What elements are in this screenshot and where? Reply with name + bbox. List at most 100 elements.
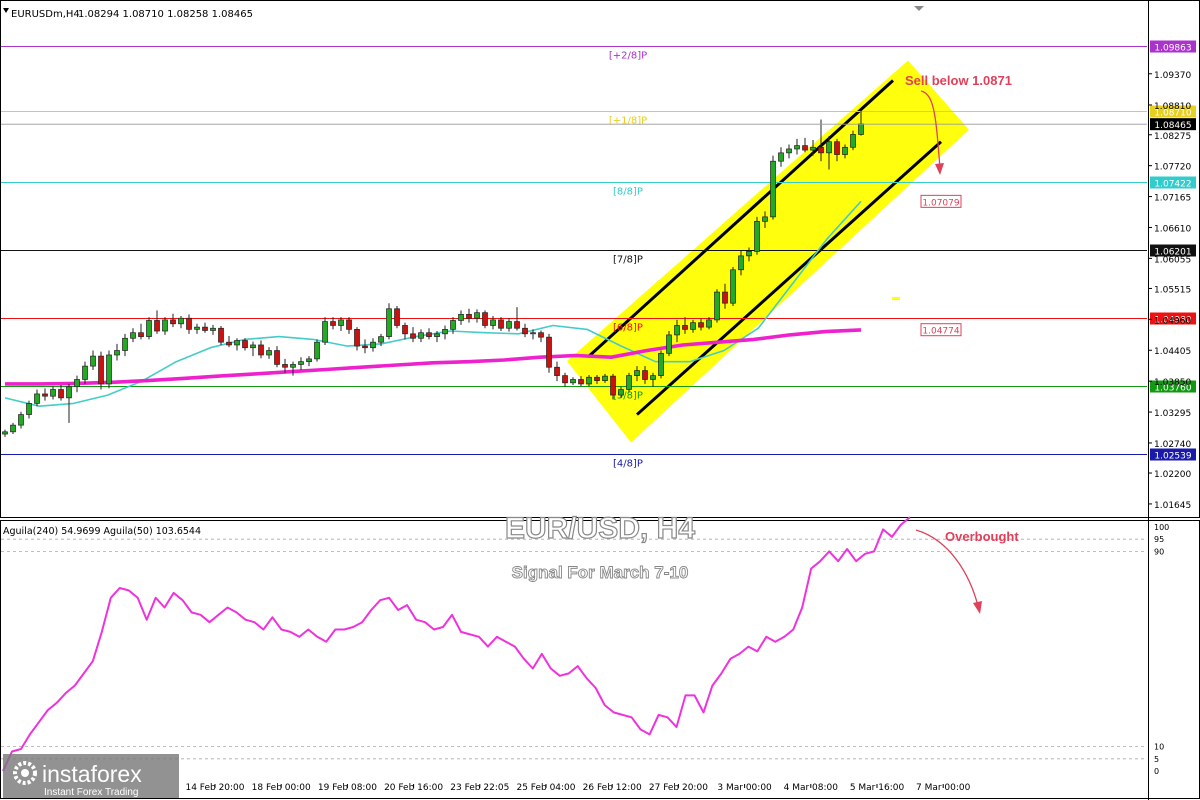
candle-body [114,350,120,356]
price-tick-label: 1.06610 [1154,224,1191,234]
time-tick-label: 23 Feb 22:05 [450,783,509,793]
candle-body [154,320,160,332]
oscillator-tick-label: 5 [1154,755,1159,764]
candle-body [314,341,320,360]
candle-body [370,341,376,349]
price-tick-label: 1.06055 [1154,255,1191,265]
candle-body [458,313,464,321]
murrey-price-tag-text: 1.07422 [1154,180,1191,190]
candle-body [258,344,264,356]
candle-body [626,375,632,390]
candle-body [738,255,744,271]
candle-body [146,320,152,337]
candle-body [178,317,184,325]
oscillator-tick-label: 10 [1154,743,1164,752]
time-tick-label: 18 Feb 00:00 [252,783,311,793]
watermark-title: EUR/USD, H4 [505,512,695,545]
candle-body [170,319,176,325]
watermark-subtitle: Signal For March 7-10 [512,563,689,582]
murrey-level-label: [8/8]P [613,187,643,198]
candle-body [698,322,704,328]
logo-tagline: Instant Forex Trading [44,787,139,798]
candle-body [50,389,56,397]
candle-body [474,312,480,319]
candle-body [426,332,432,337]
time-tick-label: 3 Mar 00:00 [717,783,772,793]
time-tick-label: 19 Feb 08:00 [318,783,377,793]
price-tick-label: 1.03295 [1154,409,1191,419]
candle-body [282,364,288,368]
time-tick-label: 25 Feb 04:00 [516,783,575,793]
candle-body [650,375,656,380]
candle-body [786,148,792,154]
oscillator-tick-label: 0 [1154,767,1159,776]
candle-body [290,364,296,368]
candle-body [186,317,192,330]
candle-body [322,321,328,343]
candle-body [506,321,512,329]
candle-body [690,322,696,330]
candle-body [402,325,408,335]
candle-body [234,340,240,346]
candle-body [602,375,608,381]
channel-marker [892,297,900,301]
candle-body [194,326,200,330]
header-ohlc: 1.08294 1.08710 1.08258 1.08465 [78,9,253,20]
candle-body [562,375,568,384]
price-tick-label: 1.07720 [1154,163,1191,173]
candle-body [378,336,384,343]
candle-body [330,321,336,326]
candle-body [674,325,680,336]
candle-body [274,350,280,365]
candle-body [802,145,808,151]
time-tick-label: 4 Mar 08:00 [784,783,839,793]
candle-body [762,216,768,222]
candle-body [26,403,32,415]
candle-body [346,319,352,330]
candle-body [666,334,672,354]
candle-body [306,358,312,363]
candle-body [338,319,344,326]
sell-annotation: Sell below 1.0871 [905,73,1012,88]
candle-body [586,376,592,385]
candle-body [218,327,224,343]
oscillator-label: Aguila(240) 54.9699 Aguila(50) 103.6544 [3,526,201,537]
current-price-text: 1.08465 [1154,121,1191,131]
candle-body [410,333,416,339]
candle-body [354,329,360,347]
candle-body [722,291,728,304]
candle-body [242,340,248,349]
candle-body [554,366,560,376]
murrey-price-tag-text: 1.09863 [1154,44,1191,54]
murrey-level-label: [4/8]P [613,459,643,470]
price-tick-label: 1.01645 [1154,501,1191,511]
candle-body [226,341,232,346]
candle-body [770,160,776,218]
candle-body [482,312,488,326]
oscillator-tick-label: 90 [1154,547,1164,556]
header-symbol: EURUSDm,H4 [11,9,80,20]
candle-body [570,379,576,384]
candle-body [642,370,648,380]
candle-body [130,332,136,339]
murrey-level-label: [+2/8]P [609,51,647,62]
candle-body [594,376,600,381]
time-tick-label: 20 Feb 16:00 [384,783,443,793]
price-tick-label: 1.08810 [1154,102,1191,112]
candle-body [122,337,128,351]
candle-body [386,308,392,337]
candle-body [82,365,88,380]
candle-body [498,319,504,329]
candle-body [202,326,208,331]
price-tick-label: 1.08275 [1154,132,1191,142]
chart-root: [+2/8]P1.09863[+1/8]P1.08710[8/8]P1.0742… [0,0,1200,800]
candle-body [90,355,96,367]
candle-body [34,393,40,404]
oscillator-tick-label: 95 [1154,535,1164,544]
candle-body [66,386,72,399]
candle-body [834,141,840,155]
candle-body [858,123,864,135]
candle-body [106,354,112,385]
candle-body [490,319,496,326]
candle-body [754,220,760,252]
